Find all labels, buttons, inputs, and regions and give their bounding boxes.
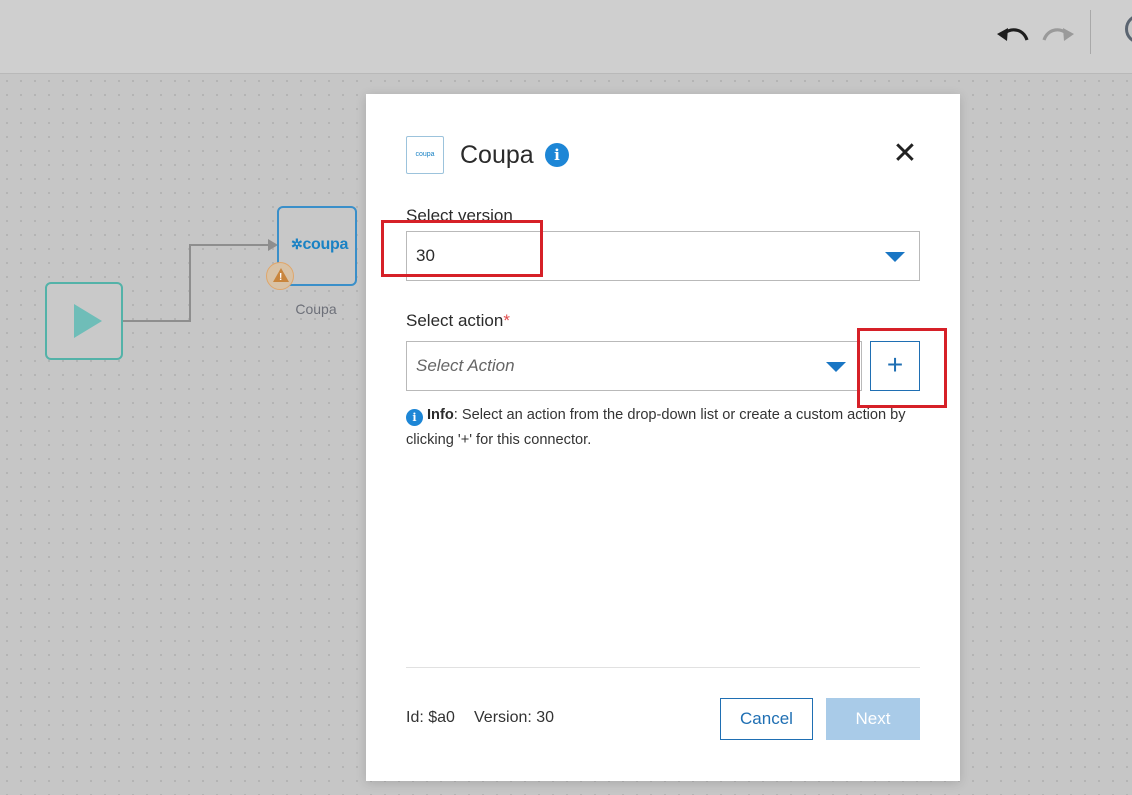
info-message: i Info: Select an action from the drop-do…	[406, 403, 920, 453]
chevron-down-icon	[826, 362, 846, 372]
info-title: Info	[427, 407, 454, 423]
play-icon	[74, 304, 102, 338]
version-text: Version: 30	[474, 709, 555, 726]
required-mark: *	[503, 311, 510, 330]
version-select[interactable]: 30	[406, 231, 920, 281]
dialog-title: Coupa	[460, 141, 534, 169]
info-icon: i	[406, 409, 423, 426]
cancel-button[interactable]: Cancel	[720, 698, 813, 740]
info-icon[interactable]: i	[545, 143, 569, 167]
start-node[interactable]	[45, 282, 123, 360]
node-label: Coupa	[295, 301, 337, 317]
coupa-logo: coupa	[406, 136, 444, 174]
footer-divider	[406, 667, 920, 668]
coupa-logo: ✲coupa	[291, 236, 349, 253]
warning-icon[interactable]: !	[266, 262, 294, 290]
action-placeholder: Select Action	[416, 356, 515, 375]
add-custom-action-button[interactable]: +	[870, 341, 920, 391]
connector-dialog: coupa Coupa i ✕ Select version 30 Select…	[366, 94, 960, 781]
next-button[interactable]: Next	[826, 698, 920, 740]
close-icon[interactable]: ✕	[890, 139, 920, 169]
action-label: Select action*	[406, 311, 510, 330]
action-select[interactable]: Select Action	[406, 341, 862, 391]
id-text: Id: $a0	[406, 709, 455, 726]
info-text: : Select an action from the drop-down li…	[406, 407, 906, 448]
version-value: 30	[416, 246, 435, 265]
version-label: Select version	[406, 206, 513, 225]
chevron-down-icon	[885, 252, 905, 262]
